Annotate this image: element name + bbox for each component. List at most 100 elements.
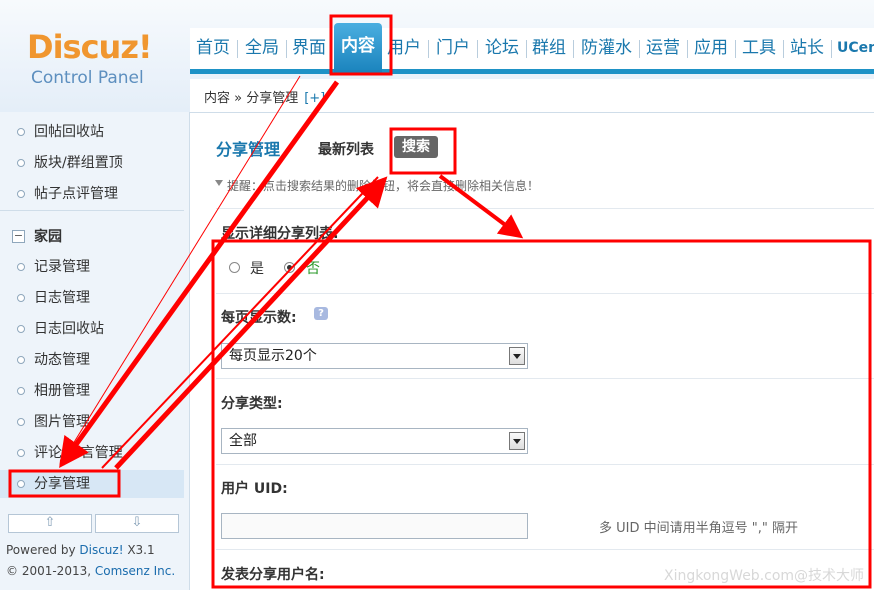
sidebar-item-label: 分享管理 xyxy=(34,476,90,492)
sidebar-item-comment[interactable]: 评论/留言管理 xyxy=(0,439,184,467)
chevron-down-icon[interactable] xyxy=(509,347,525,365)
powered-brand-link[interactable]: Discuz! xyxy=(79,543,123,557)
radio-yes[interactable] xyxy=(229,262,240,273)
scroll-down-button[interactable]: ⇩ xyxy=(95,514,179,533)
tip-text: 提醒：点击搜索结果的删除按钮，将会直接删除相关信息！ xyxy=(215,177,539,194)
copyright-link[interactable]: Comsenz Inc. xyxy=(95,564,175,578)
breadcrumb: 内容 » 分享管理 [+] xyxy=(204,87,325,106)
nav-forum[interactable]: 论坛 xyxy=(485,34,519,66)
nav-content-active[interactable]: 内容 xyxy=(334,23,382,73)
tab-latest-list[interactable]: 最新列表 xyxy=(318,139,374,159)
sidebar: 回帖回收站 版块/群组置顶 帖子点评管理 − 家园 记录管理 日志管理 日志回收… xyxy=(0,112,190,590)
tab-search[interactable]: 搜索 xyxy=(394,136,438,158)
uid-tip: 多 UID 中间请用半角逗号 "," 隔开 xyxy=(599,521,798,536)
nav-separator xyxy=(831,40,832,58)
collapse-icon[interactable]: − xyxy=(12,230,25,243)
nav-separator xyxy=(237,40,238,58)
powered-prefix: Powered by xyxy=(6,543,80,557)
bullet-icon xyxy=(17,263,25,271)
nav-separator xyxy=(687,40,688,58)
bullet-icon xyxy=(17,128,25,136)
nav-portal[interactable]: 门户 xyxy=(436,34,470,66)
nav-home[interactable]: 首页 xyxy=(196,34,230,66)
sidebar-item-share[interactable]: 分享管理 xyxy=(0,470,184,498)
add-shortcut-button[interactable]: [+] xyxy=(304,91,325,106)
nav-ucenter[interactable]: UCen xyxy=(837,34,874,66)
watermark: XingkongWeb.com@技术大师 xyxy=(664,568,865,584)
arrow-down-icon: ⇩ xyxy=(131,515,143,530)
uid-label: 用户 UID: xyxy=(221,481,288,497)
divider xyxy=(216,293,874,294)
nav-separator xyxy=(428,40,429,58)
scroll-up-button[interactable]: ⇧ xyxy=(8,514,92,533)
nav-separator xyxy=(735,40,736,58)
sidebar-item-record[interactable]: 记录管理 xyxy=(0,253,184,281)
uid-input[interactable] xyxy=(221,513,528,539)
nav-global[interactable]: 全局 xyxy=(245,34,279,66)
sidebar-item-label: 回帖回收站 xyxy=(34,124,104,140)
bullet-icon xyxy=(17,356,25,364)
nav-separator xyxy=(526,40,527,58)
share-type-select[interactable]: 全部 xyxy=(221,428,528,454)
page-title: 分享管理 xyxy=(216,140,281,159)
powered-by: Powered by Discuz! X3.1 xyxy=(6,543,155,557)
sidebar-item-label: 相册管理 xyxy=(34,383,90,399)
breadcrumb-path: 内容 » 分享管理 xyxy=(204,91,299,106)
radio-yes-label[interactable]: 是 xyxy=(250,258,264,278)
per-page-label: 每页显示数: xyxy=(221,310,297,326)
bullet-icon xyxy=(17,294,25,302)
bullet-icon xyxy=(17,480,25,488)
nav-separator xyxy=(573,40,574,58)
bullet-icon xyxy=(17,159,25,167)
triangle-icon xyxy=(215,180,223,186)
help-icon[interactable]: ? xyxy=(314,307,328,320)
sidebar-item-label: 记录管理 xyxy=(34,259,90,275)
divider xyxy=(216,208,874,209)
sidebar-item-label: 版块/群组置顶 xyxy=(34,155,123,171)
logo[interactable]: Discuz! Control Panel xyxy=(0,0,190,112)
sidebar-item-pic[interactable]: 图片管理 xyxy=(0,408,184,436)
nav-operation[interactable]: 运营 xyxy=(646,34,680,66)
per-page-value: 每页显示20个 xyxy=(229,348,317,364)
powered-version: X3.1 xyxy=(123,543,155,557)
share-type-label: 分享类型: xyxy=(221,396,283,412)
sidebar-item-blog-recycle[interactable]: 日志回收站 xyxy=(0,315,184,343)
share-type-value: 全部 xyxy=(229,433,257,449)
arrow-up-icon: ⇧ xyxy=(44,515,56,530)
sidebar-group-home[interactable]: − 家园 xyxy=(0,225,184,249)
bullet-icon xyxy=(17,325,25,333)
detail-list-label: 显示详细分享列表: xyxy=(221,226,339,242)
nav-group[interactable]: 群组 xyxy=(532,34,566,66)
nav-app[interactable]: 应用 xyxy=(694,34,728,66)
sidebar-item-label: 图片管理 xyxy=(34,414,90,430)
sidebar-item-post-comment[interactable]: 帖子点评管理 xyxy=(0,180,184,208)
bullet-icon xyxy=(17,449,25,457)
logo-subtitle: Control Panel xyxy=(31,68,144,88)
radio-no-label[interactable]: 否 xyxy=(306,258,320,278)
divider xyxy=(216,549,874,550)
sidebar-item-album[interactable]: 相册管理 xyxy=(0,377,184,405)
per-page-select[interactable]: 每页显示20个 xyxy=(221,343,528,369)
nav-style[interactable]: 界面 xyxy=(292,34,326,66)
nav-separator xyxy=(477,40,478,58)
nav-tools[interactable]: 工具 xyxy=(742,34,776,66)
sidebar-item-label: 日志回收站 xyxy=(34,321,104,337)
nav-user[interactable]: 用户 xyxy=(387,34,421,66)
sidebar-item-label: 帖子点评管理 xyxy=(34,186,118,202)
breadcrumb-bar: 内容 » 分享管理 [+] xyxy=(190,79,874,113)
sidebar-item-blog[interactable]: 日志管理 xyxy=(0,284,184,312)
bullet-icon xyxy=(17,387,25,395)
nav-admin[interactable]: 站长 xyxy=(790,34,824,66)
nav-separator xyxy=(639,40,640,58)
sidebar-item-reply-recycle[interactable]: 回帖回收站 xyxy=(0,118,184,146)
sidebar-item-board-top[interactable]: 版块/群组置顶 xyxy=(0,149,184,177)
sidebar-item-feed[interactable]: 动态管理 xyxy=(0,346,184,374)
chevron-down-icon[interactable] xyxy=(509,432,525,450)
nav-antispam[interactable]: 防灌水 xyxy=(581,34,632,66)
nav-separator xyxy=(286,40,287,58)
nav-content-label: 内容 xyxy=(341,36,375,56)
bullet-icon xyxy=(17,190,25,198)
radio-no[interactable] xyxy=(284,262,295,273)
username-label: 发表分享用户名: xyxy=(221,567,325,583)
header: Discuz! Control Panel 首页 全局 界面 用户 门户 论坛 … xyxy=(0,0,874,113)
